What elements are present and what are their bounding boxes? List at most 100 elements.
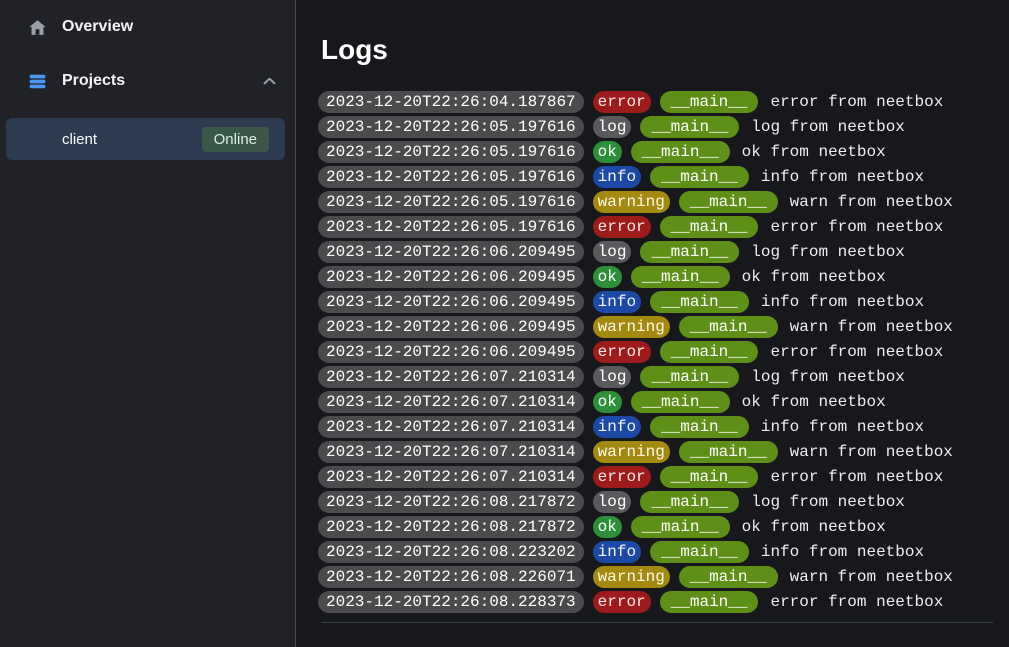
log-timestamp: 2023-12-20T22:26:06.209495 [318,241,584,263]
log-row: 2023-12-20T22:26:07.210314 warning __mai… [318,441,993,463]
sidebar-item-label: Projects [62,72,261,90]
log-level-badge: info [593,291,641,313]
log-timestamp: 2023-12-20T22:26:07.210314 [318,391,584,413]
log-module-badge: __main__ [650,541,749,563]
list-divider [321,622,993,623]
log-module-badge: __main__ [631,516,730,538]
log-timestamp: 2023-12-20T22:26:04.187867 [318,91,584,113]
log-module-badge: __main__ [660,341,759,363]
log-message: error from neetbox [770,343,943,361]
log-row: 2023-12-20T22:26:07.210314 error __main_… [318,466,993,488]
main-content: Logs 2023-12-20T22:26:04.187867 error __… [296,0,1009,647]
log-row: 2023-12-20T22:26:07.210314 log __main__ … [318,366,993,388]
log-level-badge: warning [593,316,670,338]
log-message: error from neetbox [770,218,943,236]
log-row: 2023-12-20T22:26:04.187867 error __main_… [318,91,993,113]
log-timestamp: 2023-12-20T22:26:05.197616 [318,191,584,213]
log-timestamp: 2023-12-20T22:26:07.210314 [318,416,584,438]
log-row: 2023-12-20T22:26:08.226071 warning __mai… [318,566,993,588]
log-timestamp: 2023-12-20T22:26:05.197616 [318,216,584,238]
log-timestamp: 2023-12-20T22:26:06.209495 [318,291,584,313]
log-message: info from neetbox [761,418,924,436]
log-row: 2023-12-20T22:26:06.209495 warning __mai… [318,316,993,338]
log-level-badge: warning [593,441,670,463]
log-timestamp: 2023-12-20T22:26:07.210314 [318,366,584,388]
log-level-badge: error [593,591,651,613]
log-row: 2023-12-20T22:26:06.209495 error __main_… [318,341,993,363]
log-row: 2023-12-20T22:26:05.197616 warning __mai… [318,191,993,213]
log-timestamp: 2023-12-20T22:26:08.228373 [318,591,584,613]
log-level-badge: error [593,341,651,363]
log-message: error from neetbox [770,468,943,486]
log-row: 2023-12-20T22:26:05.197616 error __main_… [318,216,993,238]
log-module-badge: __main__ [631,266,730,288]
log-level-badge: warning [593,191,670,213]
log-module-badge: __main__ [660,216,759,238]
log-timestamp: 2023-12-20T22:26:08.217872 [318,491,584,513]
chevron-up-icon[interactable] [261,73,277,89]
log-message: info from neetbox [761,543,924,561]
log-module-badge: __main__ [650,166,749,188]
log-timestamp: 2023-12-20T22:26:06.209495 [318,266,584,288]
log-message: ok from neetbox [742,143,886,161]
log-message: info from neetbox [761,293,924,311]
log-level-badge: error [593,91,651,113]
sidebar-item-projects[interactable]: Projects [0,64,295,98]
log-timestamp: 2023-12-20T22:26:05.197616 [318,116,584,138]
log-message: info from neetbox [761,168,924,186]
log-message: log from neetbox [751,368,905,386]
log-module-badge: __main__ [640,241,739,263]
log-timestamp: 2023-12-20T22:26:06.209495 [318,316,584,338]
log-module-badge: __main__ [640,116,739,138]
log-level-badge: log [593,491,632,513]
log-timestamp: 2023-12-20T22:26:08.223202 [318,541,584,563]
log-level-badge: log [593,241,632,263]
log-timestamp: 2023-12-20T22:26:07.210314 [318,441,584,463]
log-module-badge: __main__ [650,416,749,438]
log-module-badge: __main__ [679,191,778,213]
log-timestamp: 2023-12-20T22:26:07.210314 [318,466,584,488]
log-row: 2023-12-20T22:26:06.209495 log __main__ … [318,241,993,263]
log-list: 2023-12-20T22:26:04.187867 error __main_… [318,91,993,613]
log-message: ok from neetbox [742,518,886,536]
log-level-badge: warning [593,566,670,588]
list-icon [28,72,47,91]
project-name: client [62,131,202,148]
log-message: log from neetbox [751,118,905,136]
log-message: log from neetbox [751,243,905,261]
log-row: 2023-12-20T22:26:05.197616 ok __main__ o… [318,141,993,163]
log-row: 2023-12-20T22:26:06.209495 ok __main__ o… [318,266,993,288]
log-timestamp: 2023-12-20T22:26:05.197616 [318,166,584,188]
log-message: warn from neetbox [790,318,953,336]
log-module-badge: __main__ [660,91,759,113]
log-message: error from neetbox [770,93,943,111]
log-module-badge: __main__ [679,441,778,463]
sidebar-item-overview[interactable]: Overview [0,10,295,44]
log-message: warn from neetbox [790,193,953,211]
log-level-badge: error [593,466,651,488]
log-message: log from neetbox [751,493,905,511]
log-row: 2023-12-20T22:26:06.209495 info __main__… [318,291,993,313]
sidebar-item-label: Overview [62,18,277,36]
log-message: warn from neetbox [790,443,953,461]
log-message: ok from neetbox [742,268,886,286]
log-row: 2023-12-20T22:26:05.197616 log __main__ … [318,116,993,138]
log-module-badge: __main__ [631,391,730,413]
sidebar-project-client[interactable]: client Online [6,118,285,160]
status-badge: Online [202,127,269,152]
log-row: 2023-12-20T22:26:07.210314 info __main__… [318,416,993,438]
log-timestamp: 2023-12-20T22:26:08.226071 [318,566,584,588]
log-row: 2023-12-20T22:26:08.223202 info __main__… [318,541,993,563]
log-row: 2023-12-20T22:26:08.228373 error __main_… [318,591,993,613]
log-message: ok from neetbox [742,393,886,411]
log-timestamp: 2023-12-20T22:26:08.217872 [318,516,584,538]
log-level-badge: error [593,216,651,238]
log-module-badge: __main__ [640,366,739,388]
log-row: 2023-12-20T22:26:07.210314 ok __main__ o… [318,391,993,413]
log-level-badge: ok [593,516,622,538]
log-row: 2023-12-20T22:26:08.217872 log __main__ … [318,491,993,513]
log-level-badge: info [593,541,641,563]
log-module-badge: __main__ [660,466,759,488]
log-level-badge: ok [593,391,622,413]
log-level-badge: log [593,366,632,388]
